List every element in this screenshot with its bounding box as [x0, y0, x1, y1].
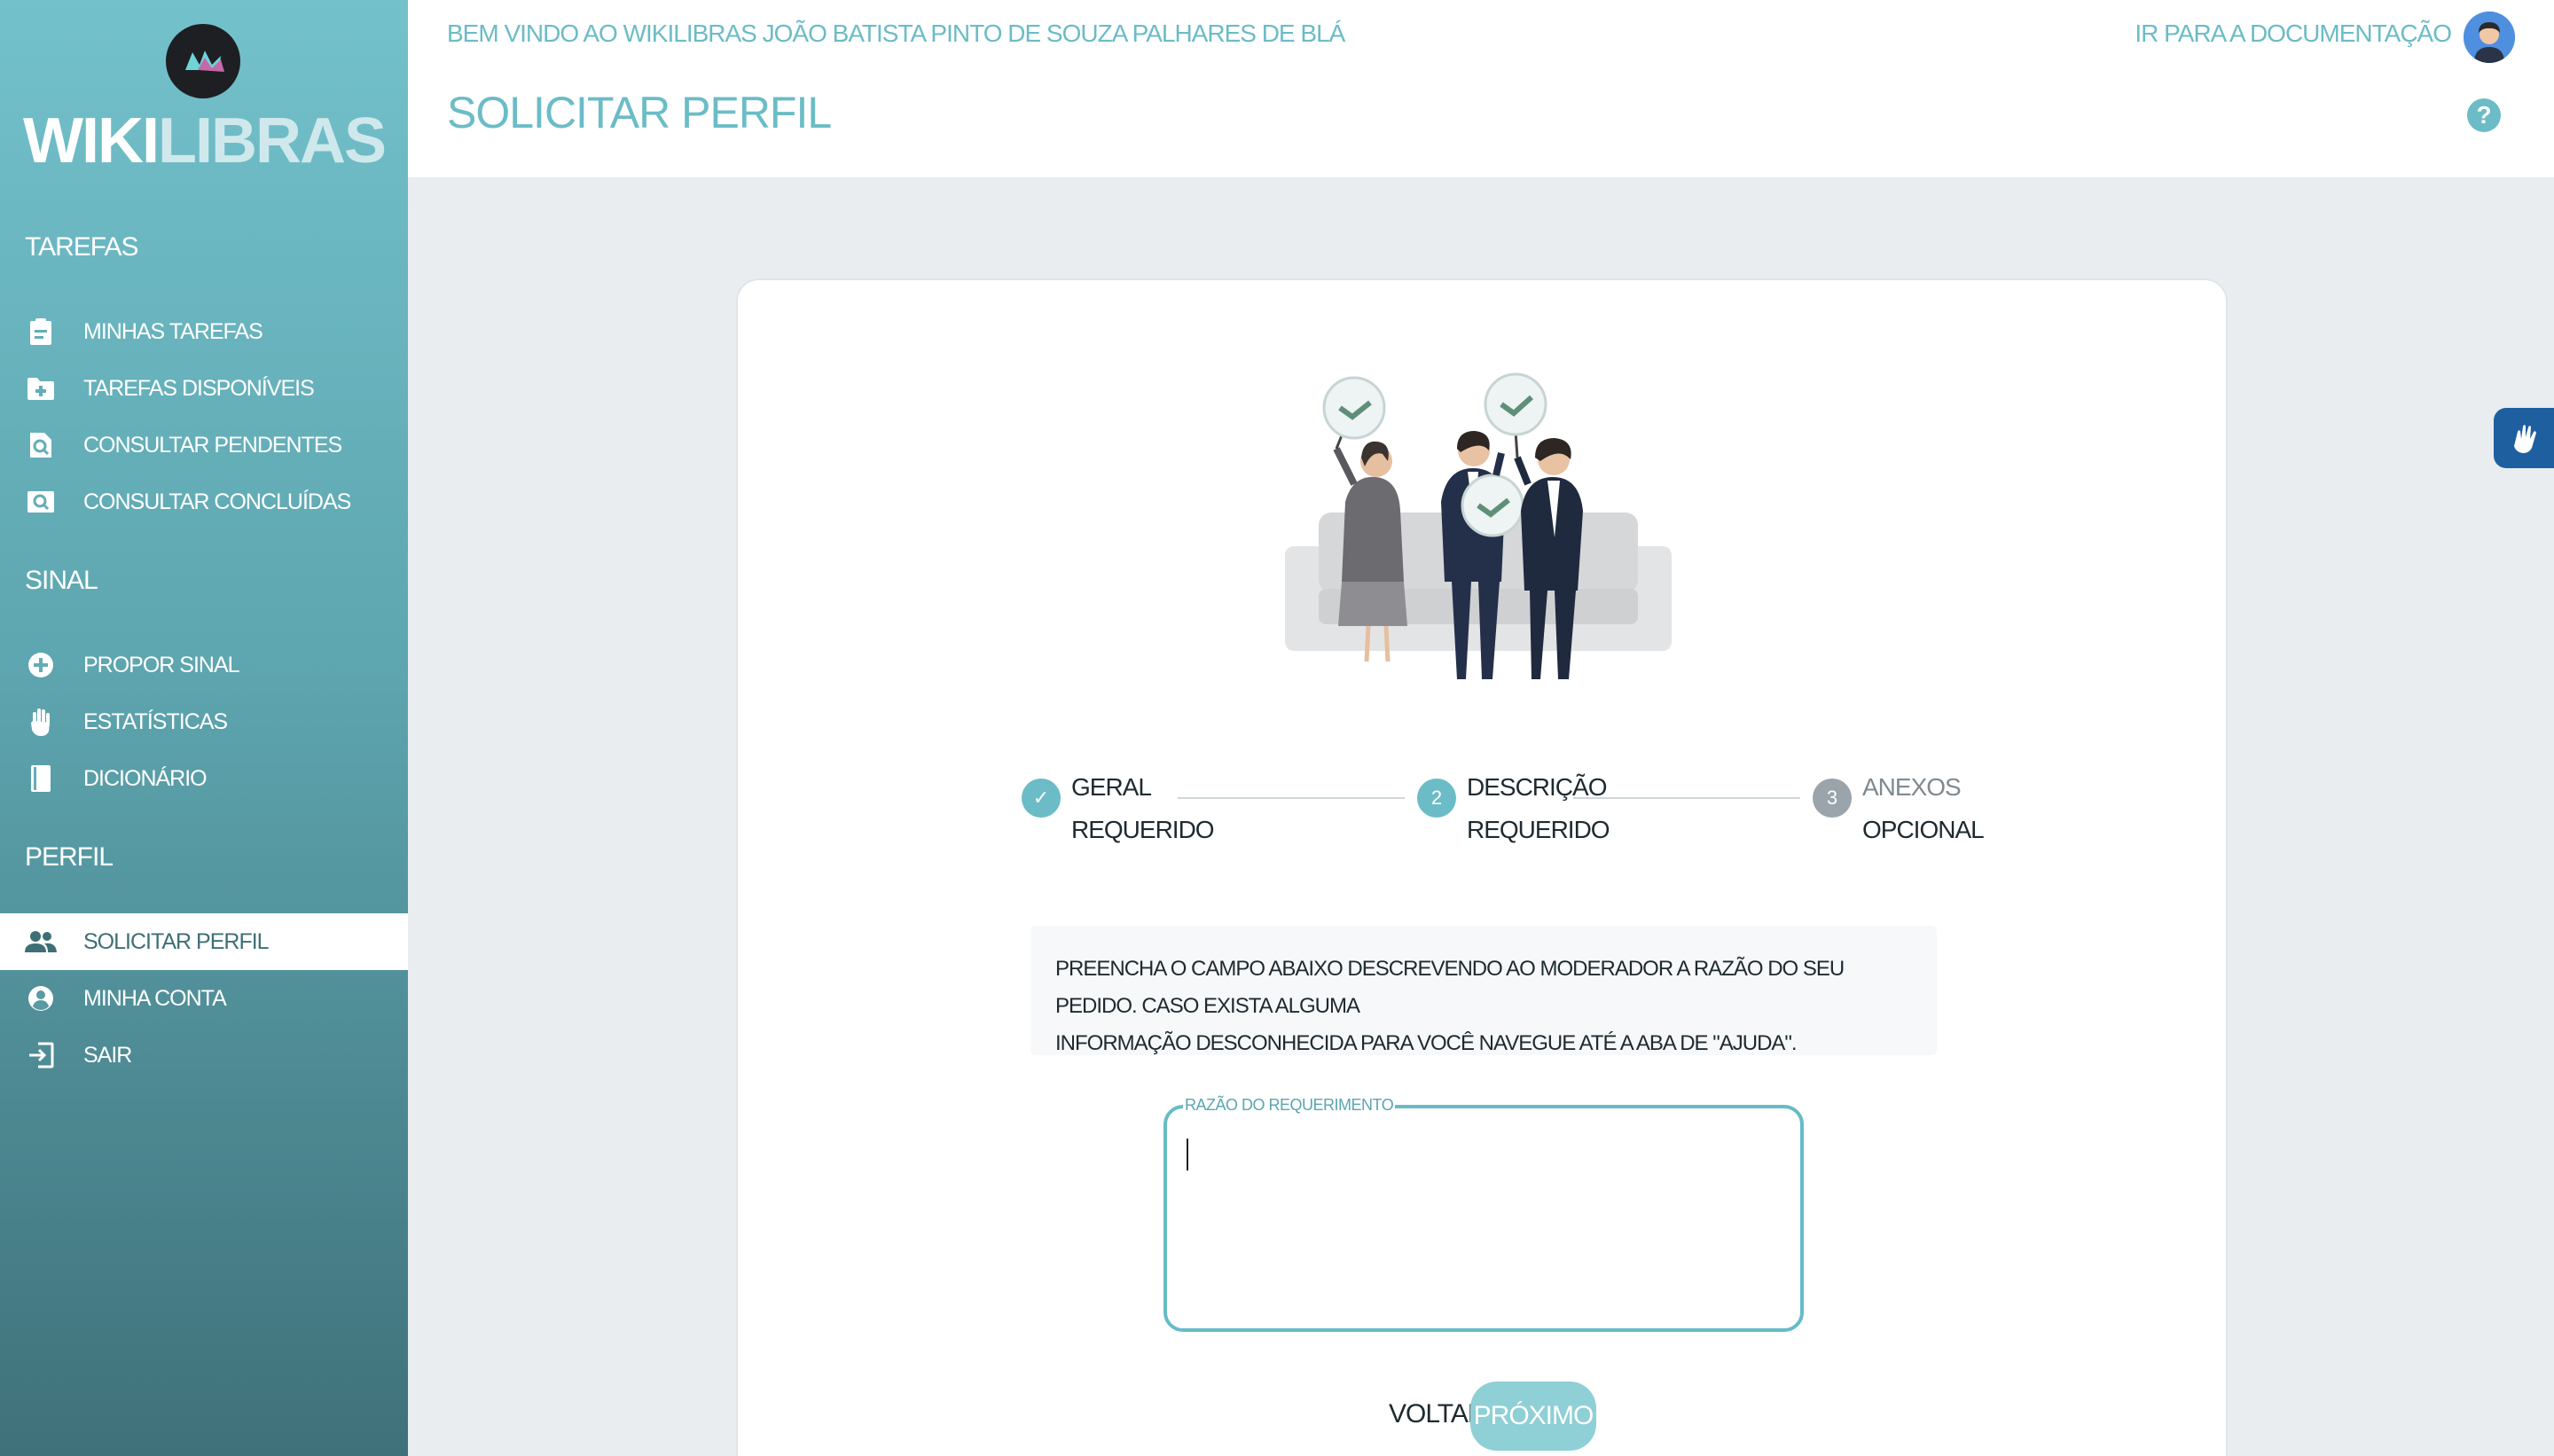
instructions-line-1: PREENCHA O CAMPO ABAIXO DESCREVENDO AO M… [1055, 957, 1845, 1018]
sidebar-item-label: TAREFAS DISPONÍVEIS [83, 375, 315, 401]
logo-libras: LIBRAS [157, 106, 387, 176]
logo-mark [166, 24, 240, 98]
sidebar-item-solicitar-perfil[interactable]: SOLICITAR PERFIL [0, 913, 408, 970]
sidebar-item-label: MINHAS TAREFAS [83, 318, 263, 344]
account-circle-icon [25, 982, 57, 1014]
sidebar-item-dicionario[interactable]: DICIONÁRIO [0, 750, 408, 807]
step-2-marker: 2 [1417, 779, 1456, 818]
instructions-box: PREENCHA O CAMPO ABAIXO DESCREVENDO AO M… [1030, 926, 1937, 1055]
sidebar-item-label: PROPOR SINAL [83, 652, 240, 677]
section-title-perfil: PERFIL [25, 842, 114, 872]
step-status: OPCIONAL [1862, 816, 1985, 843]
step-status: REQUERIDO [1467, 816, 1610, 843]
step-name: DESCRIÇÃO [1467, 773, 1607, 801]
user-avatar[interactable] [2464, 12, 2515, 63]
next-button[interactable]: PRÓXIMO [1470, 1382, 1596, 1451]
step-3-marker: 3 [1813, 779, 1852, 818]
step-check-icon: ✓ [1022, 779, 1061, 818]
reason-textarea[interactable]: RAZÃO DO REQUERIMENTO [1163, 1096, 1804, 1332]
section-title-tarefas: TAREFAS [25, 232, 138, 262]
sidebar-item-consultar-concluidas[interactable]: CONSULTAR CONCLUÍDAS [0, 474, 408, 530]
logo-wiki: WIKI [23, 106, 160, 176]
hand-icon [25, 706, 57, 738]
logout-icon [25, 1039, 57, 1071]
sidebar: WIKILIBRAS TAREFAS MINHAS TAREFAS TAREFA… [0, 0, 408, 1456]
sidebar-item-label: CONSULTAR PENDENTES [83, 432, 342, 458]
sidebar-item-label: MINHA CONTA [83, 985, 227, 1011]
welcome-message: BEM VINDO AO WIKILIBRAS JOÃO BATISTA PIN… [447, 20, 1345, 47]
sidebar-item-minhas-tarefas[interactable]: MINHAS TAREFAS [0, 303, 408, 360]
sidebar-item-label: DICIONÁRIO [83, 765, 208, 791]
step-3-label: ANEXOS OPCIONAL [1862, 766, 1985, 851]
logo-wordmark: WIKILIBRAS [0, 105, 408, 177]
progress-stepper: ✓ GERAL REQUERIDO 2 DESCRIÇÃO REQUERIDO … [1022, 766, 1985, 855]
sidebar-item-estatisticas[interactable]: ESTATÍSTICAS [0, 693, 408, 750]
step-status: REQUERIDO [1071, 816, 1215, 843]
sign-language-icon [2514, 425, 2536, 453]
step-connector [1178, 797, 1405, 799]
instructions-line-2: INFORMAÇÃO DESCONHECIDA PARA VOCÊ NAVEGU… [1055, 1031, 1798, 1055]
plus-circle-icon [25, 649, 57, 681]
sidebar-item-label: SAIR [83, 1042, 132, 1068]
team-approval-illustration [1283, 369, 1673, 706]
clipboard-icon [25, 316, 57, 348]
step-2-label: DESCRIÇÃO REQUERIDO [1467, 766, 1610, 851]
sidebar-item-minha-conta[interactable]: MINHA CONTA [0, 970, 408, 1027]
book-icon [25, 763, 57, 795]
vlibras-widget-button[interactable] [2494, 408, 2554, 468]
sidebar-item-tarefas-disponiveis[interactable]: TAREFAS DISPONÍVEIS [0, 360, 408, 417]
step-connector [1573, 797, 1800, 799]
file-search-icon [25, 429, 57, 461]
sidebar-item-label: CONSULTAR CONCLUÍDAS [83, 489, 351, 514]
step-name: ANEXOS [1862, 773, 1962, 801]
step-name: GERAL [1071, 773, 1152, 801]
sidebar-item-propor-sinal[interactable]: PROPOR SINAL [0, 637, 408, 693]
sidebar-item-consultar-pendentes[interactable]: CONSULTAR PENDENTES [0, 417, 408, 474]
section-title-sinal: SINAL [25, 566, 98, 595]
step-1-label: GERAL REQUERIDO [1071, 766, 1215, 851]
text-cursor [1187, 1139, 1188, 1170]
image-search-icon [25, 486, 57, 518]
help-icon[interactable]: ? [2467, 98, 2501, 132]
request-profile-card: ✓ GERAL REQUERIDO 2 DESCRIÇÃO REQUERIDO … [736, 278, 2228, 1456]
sidebar-item-label: ESTATÍSTICAS [83, 708, 228, 734]
sidebar-item-label: SOLICITAR PERFIL [83, 928, 270, 954]
folder-plus-icon [25, 372, 57, 404]
page-title: SOLICITAR PERFIL [447, 88, 832, 137]
documentation-link[interactable]: IR PARA A DOCUMENTAÇÃO [2135, 20, 2452, 48]
top-header: BEM VINDO AO WIKILIBRAS JOÃO BATISTA PIN… [408, 0, 2554, 177]
sidebar-item-sair[interactable]: SAIR [0, 1027, 408, 1084]
people-icon [25, 926, 57, 958]
reason-field-label: RAZÃO DO REQUERIMENTO [1183, 1096, 1396, 1115]
